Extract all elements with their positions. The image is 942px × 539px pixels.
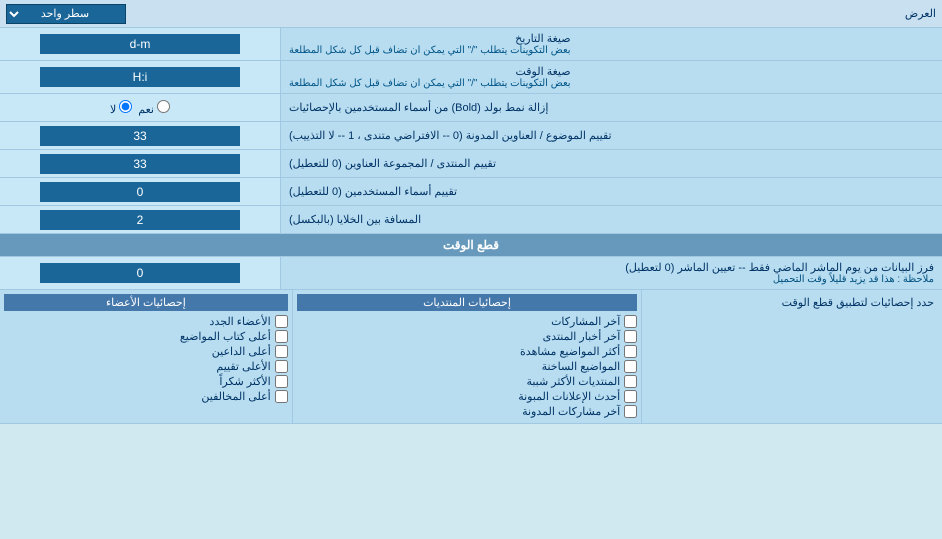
stat-forum-1: آخر المشاركات bbox=[297, 314, 638, 329]
cell-spacing-input[interactable] bbox=[40, 210, 240, 230]
stats-col1-title: إحصائيات المنتديات bbox=[297, 294, 638, 311]
radio-no[interactable] bbox=[119, 100, 132, 113]
radio-no-label: لا bbox=[110, 100, 132, 116]
stat-forum-2: آخر أخبار المنتدى bbox=[297, 329, 638, 344]
forum-order-label: تقييم المنتدى / المجموعة العناوين (0 للت… bbox=[280, 150, 942, 177]
stat-forum-7-cb[interactable] bbox=[624, 405, 637, 418]
date-format-input[interactable] bbox=[40, 34, 240, 54]
remove-bold-radio-group: نعم لا bbox=[110, 100, 170, 116]
cut-time-section: قطع الوقت bbox=[0, 234, 942, 257]
cut-time-row: فرز البيانات من يوم الماشر الماضي فقط --… bbox=[0, 257, 942, 290]
remove-bold-input-cell: نعم لا bbox=[0, 94, 280, 121]
stat-forum-7: آخر مشاركات المدونة bbox=[297, 404, 638, 419]
stat-member-3-cb[interactable] bbox=[275, 345, 288, 358]
stat-forum-2-cb[interactable] bbox=[624, 330, 637, 343]
stat-member-2-cb[interactable] bbox=[275, 330, 288, 343]
cell-spacing-row: المسافة بين الخلايا (بالبكسل) bbox=[0, 206, 942, 234]
stats-col1: إحصائيات المنتديات آخر المشاركات آخر أخب… bbox=[292, 290, 642, 423]
stat-forum-3: أكثر المواضيع مشاهدة bbox=[297, 344, 638, 359]
radio-yes[interactable] bbox=[157, 100, 170, 113]
topics-order-input[interactable] bbox=[40, 126, 240, 146]
forum-order-input-cell bbox=[0, 150, 280, 177]
cut-time-label: فرز البيانات من يوم الماشر الماضي فقط --… bbox=[280, 257, 942, 289]
remove-bold-label: إزالة نمط بولد (Bold) من أسماء المستخدمي… bbox=[280, 94, 942, 121]
cell-spacing-label: المسافة بين الخلايا (بالبكسل) bbox=[280, 206, 942, 233]
stat-forum-5-cb[interactable] bbox=[624, 375, 637, 388]
topics-order-input-cell bbox=[0, 122, 280, 149]
remove-bold-row: إزالة نمط بولد (Bold) من أسماء المستخدمي… bbox=[0, 94, 942, 122]
stat-member-6-cb[interactable] bbox=[275, 390, 288, 403]
time-format-label: صيغة الوقت بعض التكوينات يتطلب "/" التي … bbox=[280, 61, 942, 93]
forum-order-input[interactable] bbox=[40, 154, 240, 174]
stats-col2-title: إحصائيات الأعضاء bbox=[4, 294, 288, 311]
stat-member-1-cb[interactable] bbox=[275, 315, 288, 328]
stat-member-4: الأعلى تقييم bbox=[4, 359, 288, 374]
date-format-input-cell bbox=[0, 28, 280, 60]
stats-col2: إحصائيات الأعضاء الأعضاء الجدد أعلى كتاب… bbox=[0, 290, 292, 423]
stat-forum-3-cb[interactable] bbox=[624, 345, 637, 358]
display-dropdown[interactable]: سطر واحد bbox=[6, 4, 126, 24]
stat-member-5: الأكثر شكراً bbox=[4, 374, 288, 389]
cell-spacing-input-cell bbox=[0, 206, 280, 233]
stat-member-4-cb[interactable] bbox=[275, 360, 288, 373]
stat-forum-4-cb[interactable] bbox=[624, 360, 637, 373]
stats-section: حدد إحصائيات لتطبيق قطع الوقت إحصائيات ا… bbox=[0, 290, 942, 424]
time-format-input-cell bbox=[0, 61, 280, 93]
display-label: العرض bbox=[126, 7, 936, 20]
usernames-order-input-cell bbox=[0, 178, 280, 205]
stat-member-2: أعلى كتاب المواضيع bbox=[4, 329, 288, 344]
usernames-order-input[interactable] bbox=[40, 182, 240, 202]
time-format-input[interactable] bbox=[40, 67, 240, 87]
display-row: العرض سطر واحد bbox=[0, 0, 942, 28]
topics-order-row: تقييم الموضوع / العناوين المدونة (0 -- ا… bbox=[0, 122, 942, 150]
date-format-label: صيغة التاريخ بعض التكوينات يتطلب "/" الت… bbox=[280, 28, 942, 60]
stat-member-6: أعلى المخالفين bbox=[4, 389, 288, 404]
usernames-order-label: تقييم أسماء المستخدمين (0 للتعطيل) bbox=[280, 178, 942, 205]
cut-time-input[interactable] bbox=[40, 263, 240, 283]
usernames-order-row: تقييم أسماء المستخدمين (0 للتعطيل) bbox=[0, 178, 942, 206]
stat-member-3: أعلى الداعين bbox=[4, 344, 288, 359]
cut-time-header: قطع الوقت bbox=[0, 234, 942, 257]
stat-forum-6: أحدث الإعلانات المبونة bbox=[297, 389, 638, 404]
date-format-row: صيغة التاريخ بعض التكوينات يتطلب "/" الت… bbox=[0, 28, 942, 61]
stat-forum-6-cb[interactable] bbox=[624, 390, 637, 403]
stat-member-5-cb[interactable] bbox=[275, 375, 288, 388]
stat-forum-4: المواضيع الساخنة bbox=[297, 359, 638, 374]
topics-order-label: تقييم الموضوع / العناوين المدونة (0 -- ا… bbox=[280, 122, 942, 149]
stat-member-1: الأعضاء الجدد bbox=[4, 314, 288, 329]
radio-yes-label: نعم bbox=[138, 100, 170, 116]
forum-order-row: تقييم المنتدى / المجموعة العناوين (0 للت… bbox=[0, 150, 942, 178]
time-format-row: صيغة الوقت بعض التكوينات يتطلب "/" التي … bbox=[0, 61, 942, 94]
stat-forum-5: المنتديات الأكثر شببة bbox=[297, 374, 638, 389]
stat-forum-1-cb[interactable] bbox=[624, 315, 637, 328]
stats-apply-label: حدد إحصائيات لتطبيق قطع الوقت bbox=[641, 290, 942, 423]
cut-time-input-cell bbox=[0, 257, 280, 289]
